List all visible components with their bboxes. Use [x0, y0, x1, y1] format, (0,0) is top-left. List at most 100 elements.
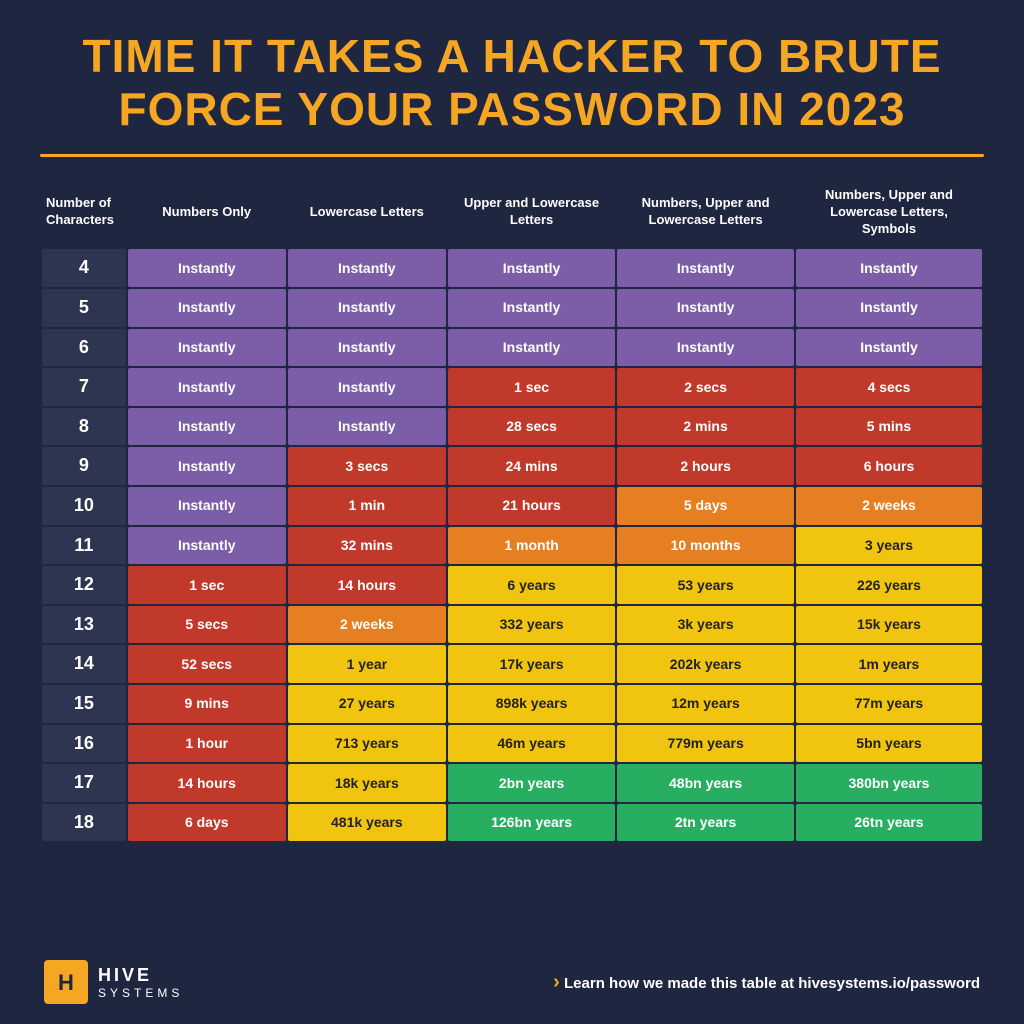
table-cell: 52 secs	[128, 645, 286, 683]
table-cell: 2 secs	[617, 368, 794, 406]
table-cell: 2 mins	[617, 408, 794, 446]
logo-sub: SYSTEMS	[98, 986, 183, 1000]
cta-link: hivesystems.io/password	[798, 975, 980, 992]
table-cell: Instantly	[288, 329, 446, 367]
table-cell: 26tn years	[796, 804, 982, 842]
table-cell: 2 hours	[617, 447, 794, 485]
header-lowercase: Lowercase Letters	[288, 177, 446, 248]
table-cell: 17k years	[448, 645, 615, 683]
table-cell: 1m years	[796, 645, 982, 683]
table-cell: Instantly	[448, 289, 615, 327]
header-numbers-upper-lower: Numbers, Upper and Lowercase Letters	[617, 177, 794, 248]
password-table: Number of Characters Numbers Only Lowerc…	[40, 175, 984, 844]
table-cell: 5 mins	[796, 408, 982, 446]
table-cell: 332 years	[448, 606, 615, 644]
table-cell: Instantly	[288, 249, 446, 287]
table-row: 6	[42, 329, 126, 367]
table-cell: 713 years	[288, 725, 446, 763]
table-cell: 126bn years	[448, 804, 615, 842]
table-cell: 779m years	[617, 725, 794, 763]
table-cell: Instantly	[288, 408, 446, 446]
table-cell: 5 days	[617, 487, 794, 525]
table-cell: Instantly	[288, 368, 446, 406]
table-cell: 21 hours	[448, 487, 615, 525]
table-cell: 5 secs	[128, 606, 286, 644]
table-cell: 6 years	[448, 566, 615, 604]
table-cell: 2 weeks	[796, 487, 982, 525]
table-cell: 4 secs	[796, 368, 982, 406]
table-cell: Instantly	[128, 527, 286, 565]
table-cell: 77m years	[796, 685, 982, 723]
table-cell: 6 hours	[796, 447, 982, 485]
table-cell: Instantly	[617, 249, 794, 287]
table-row: 18	[42, 804, 126, 842]
hive-logo-icon: H	[44, 960, 88, 1004]
table-cell: 32 mins	[288, 527, 446, 565]
header-numbers: Numbers Only	[128, 177, 286, 248]
table-cell: 3k years	[617, 606, 794, 644]
table-cell: 9 mins	[128, 685, 286, 723]
table-cell: 24 mins	[448, 447, 615, 485]
table-cell: 18k years	[288, 764, 446, 802]
table-cell: 1 sec	[448, 368, 615, 406]
main-container: TIME IT TAKES A HACKER TO BRUTE FORCE YO…	[0, 0, 1024, 1024]
table-wrapper: Number of Characters Numbers Only Lowerc…	[40, 175, 984, 942]
title-line1: TIME IT TAKES A HACKER TO BRUTE	[83, 30, 942, 82]
table-cell: 2tn years	[617, 804, 794, 842]
table-cell: 1 hour	[128, 725, 286, 763]
table-cell: 1 min	[288, 487, 446, 525]
table-row: 5	[42, 289, 126, 327]
table-cell: 380bn years	[796, 764, 982, 802]
header-chars: Number of Characters	[42, 177, 126, 248]
table-row: 8	[42, 408, 126, 446]
header-upper-lower: Upper and Lowercase Letters	[448, 177, 615, 248]
footer: H HIVE SYSTEMS › Learn how we made this …	[40, 960, 984, 1004]
table-cell: 15k years	[796, 606, 982, 644]
table-cell: 3 years	[796, 527, 982, 565]
table-cell: Instantly	[288, 289, 446, 327]
table-cell: Instantly	[128, 487, 286, 525]
table-cell: 2bn years	[448, 764, 615, 802]
table-cell: Instantly	[128, 329, 286, 367]
table-cell: Instantly	[128, 368, 286, 406]
table-cell: 14 hours	[288, 566, 446, 604]
cta-text: Learn how we made this table at	[564, 975, 798, 992]
table-cell: 202k years	[617, 645, 794, 683]
table-cell: Instantly	[128, 289, 286, 327]
table-cell: 53 years	[617, 566, 794, 604]
table-cell: 6 days	[128, 804, 286, 842]
table-row: 11	[42, 527, 126, 565]
cta-arrow: ›	[553, 971, 560, 993]
svg-text:H: H	[58, 970, 74, 995]
table-cell: 1 month	[448, 527, 615, 565]
table-row: 17	[42, 764, 126, 802]
logo-name: HIVE	[98, 965, 183, 986]
table-row: 12	[42, 566, 126, 604]
logo: H HIVE SYSTEMS	[44, 960, 183, 1004]
table-row: 15	[42, 685, 126, 723]
table-cell: 226 years	[796, 566, 982, 604]
table-cell: Instantly	[796, 249, 982, 287]
table-cell: 898k years	[448, 685, 615, 723]
header-all: Numbers, Upper and Lowercase Letters, Sy…	[796, 177, 982, 248]
table-cell: 1 sec	[128, 566, 286, 604]
table-cell: Instantly	[617, 329, 794, 367]
title-year: 2023	[799, 83, 905, 135]
table-row: 4	[42, 249, 126, 287]
table-cell: Instantly	[128, 447, 286, 485]
table-cell: 14 hours	[128, 764, 286, 802]
table-cell: 1 year	[288, 645, 446, 683]
table-row: 10	[42, 487, 126, 525]
table-row: 14	[42, 645, 126, 683]
table-cell: Instantly	[448, 249, 615, 287]
table-cell: Instantly	[448, 329, 615, 367]
footer-cta: › Learn how we made this table at hivesy…	[553, 971, 980, 994]
table-cell: Instantly	[128, 408, 286, 446]
table-cell: 27 years	[288, 685, 446, 723]
table-cell: 46m years	[448, 725, 615, 763]
title-line2: FORCE YOUR PASSWORD IN	[118, 83, 799, 135]
table-row: 9	[42, 447, 126, 485]
table-cell: 48bn years	[617, 764, 794, 802]
table-cell: 3 secs	[288, 447, 446, 485]
main-title: TIME IT TAKES A HACKER TO BRUTE FORCE YO…	[40, 30, 984, 136]
